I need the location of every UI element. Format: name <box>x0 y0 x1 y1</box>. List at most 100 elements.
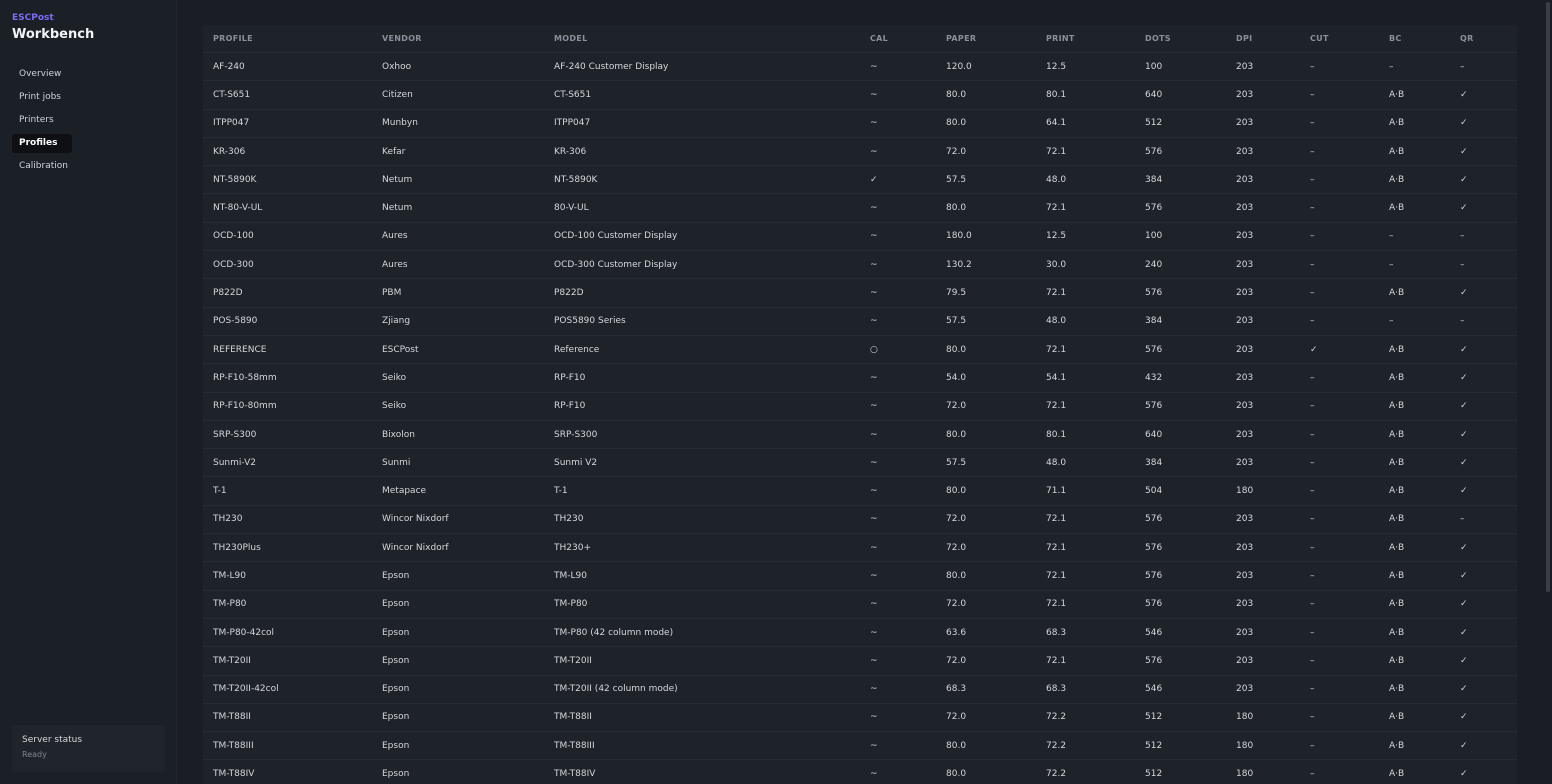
column-header-dots[interactable]: DOTS <box>1145 25 1236 53</box>
table-row[interactable]: OCD-100 Aures OCD-100 Customer Display ~180… <box>203 222 1517 252</box>
cell-qr: ✓ <box>1460 335 1517 365</box>
table-row[interactable]: TH230Plus Wincor Nixdorf TH230+ ~72.0 72.1 57… <box>203 533 1517 563</box>
table-row[interactable]: P822D PBM P822D ~79.5 72.1 576 203– A·B ✓ <box>203 278 1517 308</box>
page-scrollbar[interactable] <box>1544 0 1552 784</box>
cell-bc: A·B <box>1389 392 1460 421</box>
cell-cal: ~ <box>870 448 946 478</box>
table-row[interactable]: CT-S651 Citizen CT-S651 ~80.0 80.1 640 203– A·B… <box>203 80 1517 110</box>
table-row[interactable]: Sunmi-V2 Sunmi Sunmi V2 ~57.5 48.0 384 203– A·B… <box>203 448 1517 478</box>
cell-dpi: 203 <box>1236 80 1310 110</box>
table-row[interactable]: ITPP047 Munbyn ITPP047 ~80.0 64.1 512 203– A·B ✓ <box>203 109 1517 138</box>
table-row[interactable]: TH230 Wincor Nixdorf TH230 ~72.0 72.1 576 203–… <box>203 505 1517 535</box>
cell-print: 72.1 <box>1046 590 1145 619</box>
table-row[interactable]: NT-5890K Netum NT-5890K ✓ 57.5 48.0 384 203– A·B… <box>203 165 1517 195</box>
cell-cut: – <box>1310 703 1389 733</box>
cell-model: TM-T88III <box>554 731 870 761</box>
table-row[interactable]: KR-306 Kefar KR-306 ~72.0 72.1 576 203– A·B ✓ <box>203 137 1517 167</box>
table-row[interactable]: SRP-S300 Bixolon SRP-S300 ~80.0 80.1 640 203– A… <box>203 420 1517 450</box>
cell-paper: 130.2 <box>946 250 1046 280</box>
table-row[interactable]: TM-T20II Epson TM-T20II ~72.0 72.1 576 203– A·B… <box>203 646 1517 676</box>
cell-dpi: 203 <box>1236 533 1310 563</box>
scrollbar-thumb[interactable] <box>1546 2 1550 592</box>
table-row[interactable]: TM-P80 Epson TM-P80 ~72.0 72.1 576 203– A·B ✓ <box>203 590 1517 619</box>
column-header-print[interactable]: PRINT <box>1046 25 1145 53</box>
cell-bc: A·B <box>1389 137 1460 167</box>
table-row[interactable]: TM-T88II Epson TM-T88II ~72.0 72.2 512 180– A·B… <box>203 703 1517 733</box>
table-row[interactable]: NT-80-V-UL Netum 80-V-UL ~80.0 72.1 576 203– A·… <box>203 193 1517 223</box>
cell-qr: ✓ <box>1460 731 1517 761</box>
cell-print: 72.2 <box>1046 731 1145 761</box>
table-row[interactable]: OCD-300 Aures OCD-300 Customer Display ~130… <box>203 250 1517 280</box>
app-title[interactable]: Workbench <box>12 27 94 42</box>
cell-model: TM-T88II <box>554 703 870 733</box>
cell-qr: – <box>1460 505 1517 535</box>
sidebar-item-printers[interactable]: Printers <box>12 111 72 130</box>
cell-cal: ~ <box>870 590 946 619</box>
cell-profile: TM-T88III <box>203 731 382 761</box>
cell-bc: A·B <box>1389 533 1460 563</box>
column-header-qr[interactable]: QR <box>1460 25 1517 53</box>
table-row[interactable]: RP-F10-80mm Seiko RP-F10 ~72.0 72.1 576 203– A·… <box>203 392 1517 421</box>
column-header-profile[interactable]: PROFILE <box>203 25 382 53</box>
server-status-title: Server status <box>22 735 83 745</box>
column-header-paper[interactable]: PAPER <box>946 25 1046 53</box>
sidebar-item-overview[interactable]: Overview <box>12 65 72 84</box>
cell-model: CT-S651 <box>554 80 870 110</box>
cell-paper: 57.5 <box>946 448 1046 478</box>
cell-dpi: 203 <box>1236 165 1310 195</box>
cell-dots: 576 <box>1145 505 1236 535</box>
table-row[interactable]: T-1 Metapace T-1 ~80.0 71.1 504 180– A·B ✓ <box>203 476 1517 506</box>
table-row[interactable]: TM-T88IV Epson TM-T88IV ~80.0 72.2 512 180– A·B… <box>203 759 1517 784</box>
cell-vendor: Munbyn <box>382 109 554 138</box>
cell-qr: – <box>1460 307 1517 336</box>
cell-model: TH230 <box>554 505 870 535</box>
cell-vendor: Bixolon <box>382 420 554 450</box>
table-row[interactable]: TM-P80-42col Epson TM-P80 (42 column mode)… <box>203 618 1517 648</box>
cell-dots: 504 <box>1145 476 1236 506</box>
column-header-vendor[interactable]: VENDOR <box>382 25 554 53</box>
table-row[interactable]: POS-5890 Zjiang POS5890 Series ~57.5 48.0 384… <box>203 307 1517 336</box>
sidebar-item-calibration[interactable]: Calibration <box>12 157 72 176</box>
cell-model: Sunmi V2 <box>554 448 870 478</box>
cell-qr: ✓ <box>1460 165 1517 195</box>
cell-print: 80.1 <box>1046 80 1145 110</box>
cell-vendor: Epson <box>382 561 554 591</box>
column-header-model[interactable]: MODEL <box>554 25 870 53</box>
cell-vendor: Epson <box>382 703 554 733</box>
table-row[interactable]: RP-F10-58mm Seiko RP-F10 ~54.0 54.1 432 203– A·… <box>203 363 1517 393</box>
sidebar-item-profiles[interactable]: Profiles <box>12 134 72 153</box>
column-header-cut[interactable]: CUT <box>1310 25 1389 53</box>
cell-paper: 80.0 <box>946 420 1046 450</box>
cell-qr: ✓ <box>1460 109 1517 138</box>
cell-qr: – <box>1460 222 1517 252</box>
cell-bc: A·B <box>1389 675 1460 704</box>
table-row[interactable]: TM-T88III Epson TM-T88III ~80.0 72.2 512 180– A… <box>203 731 1517 761</box>
cell-qr: ✓ <box>1460 137 1517 167</box>
cell-bc: A·B <box>1389 646 1460 676</box>
cell-dots: 100 <box>1145 52 1236 82</box>
table-row[interactable]: TM-L90 Epson TM-L90 ~80.0 72.1 576 203– A·B ✓ <box>203 561 1517 591</box>
cell-profile: TM-L90 <box>203 561 382 591</box>
cell-bc: A·B <box>1389 335 1460 365</box>
cell-cut: ✓ <box>1310 335 1389 365</box>
table-row[interactable]: REFERENCE ESCPost Reference ○ 80.0 72.1 576 203… <box>203 335 1517 365</box>
cell-bc: A·B <box>1389 363 1460 393</box>
cell-paper: 54.0 <box>946 363 1046 393</box>
column-header-dpi[interactable]: DPI <box>1236 25 1310 53</box>
table-row[interactable]: TM-T20II-42col Epson TM-T20II (42 column m… <box>203 675 1517 704</box>
cell-print: 72.1 <box>1046 505 1145 535</box>
sidebar-item-print-jobs[interactable]: Print jobs <box>12 88 72 107</box>
cell-print: 80.1 <box>1046 420 1145 450</box>
cell-model: TM-P80 <box>554 590 870 619</box>
cell-cal: ○ <box>870 335 946 365</box>
table-row[interactable]: AF-240 Oxhoo AF-240 Customer Display ~120.0… <box>203 52 1517 82</box>
cell-paper: 180.0 <box>946 222 1046 252</box>
cell-dots: 576 <box>1145 335 1236 365</box>
cell-cut: – <box>1310 561 1389 591</box>
column-header-bc[interactable]: BC <box>1389 25 1460 53</box>
cell-profile: TH230Plus <box>203 533 382 563</box>
cell-dpi: 203 <box>1236 392 1310 421</box>
cell-cut: – <box>1310 448 1389 478</box>
cell-cal: ~ <box>870 646 946 676</box>
column-header-cal[interactable]: CAL <box>870 25 946 53</box>
